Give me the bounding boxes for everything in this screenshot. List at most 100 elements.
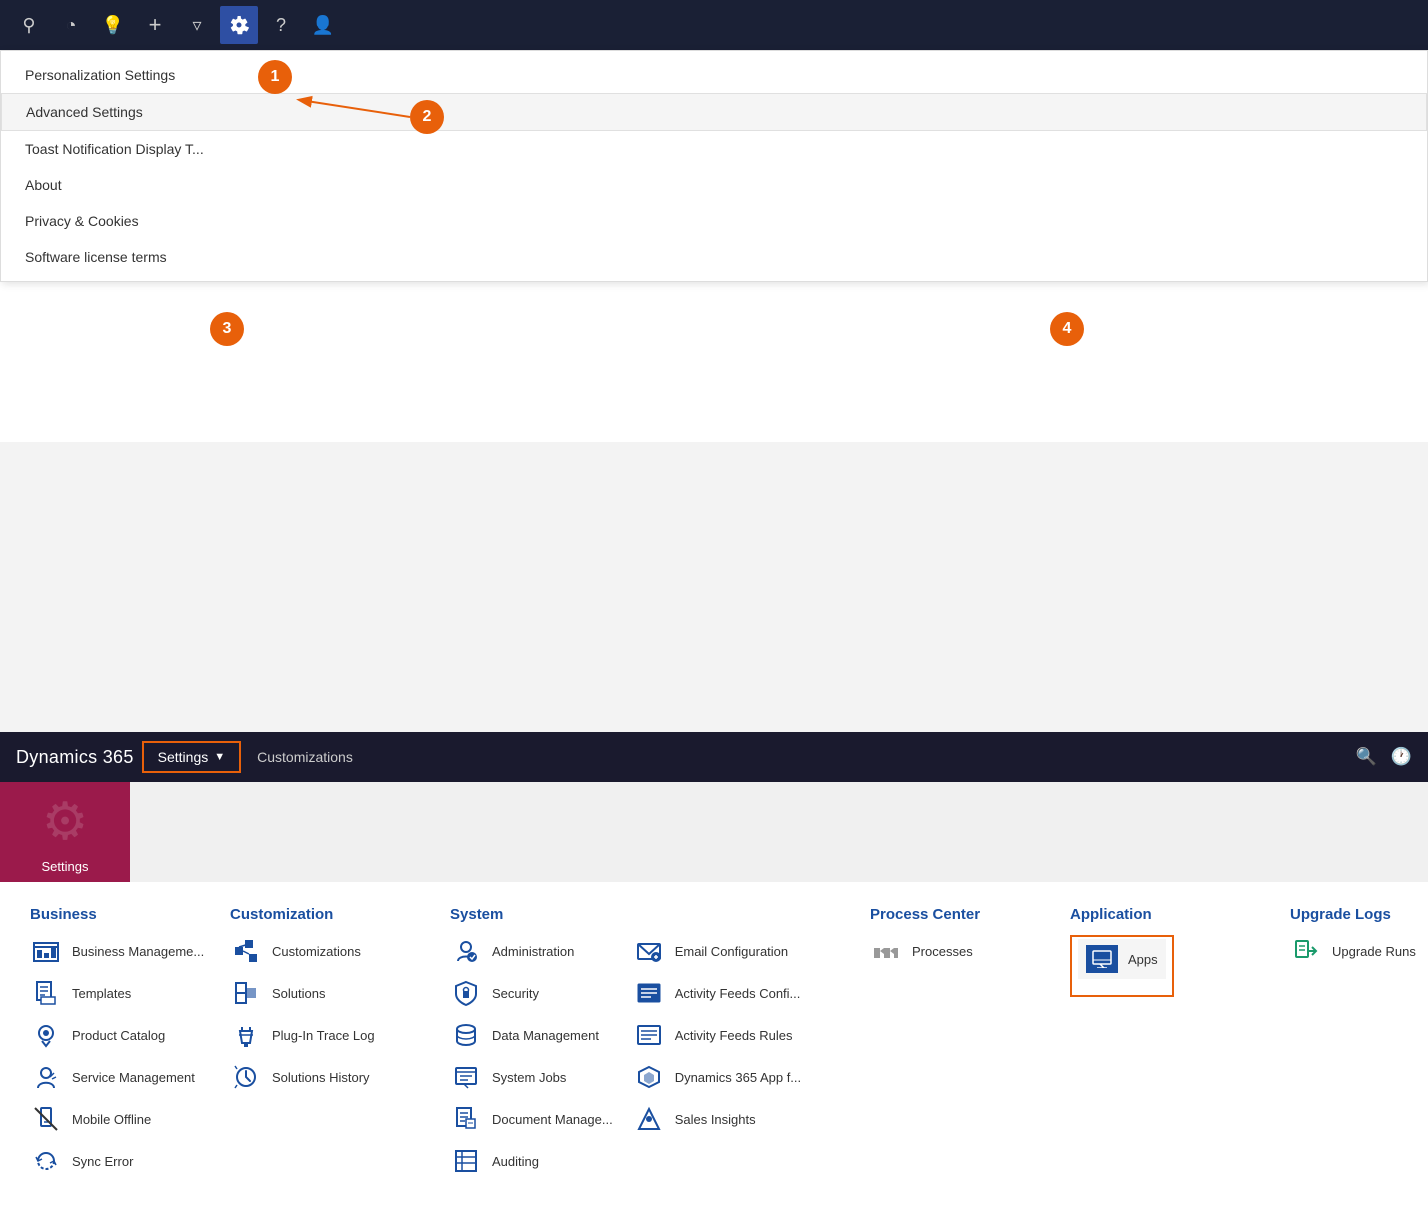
privacy-cookies-item[interactable]: Privacy & Cookies: [1, 203, 1427, 239]
customization-header: Customization: [230, 906, 430, 923]
document-management-label: Document Manage...: [492, 1112, 613, 1127]
processes-label: Processes: [912, 944, 973, 959]
solutions-label: Solutions: [272, 986, 325, 1001]
about-item[interactable]: About: [1, 167, 1427, 203]
application-section: Application Apps: [1070, 906, 1290, 1187]
processes-item[interactable]: Processes: [870, 935, 1050, 967]
apps-item[interactable]: Apps: [1078, 939, 1166, 979]
sync-error-label: Sync Error: [72, 1154, 133, 1169]
solutions-icon: [230, 977, 262, 1009]
auditing-icon: [450, 1145, 482, 1177]
email-config-item[interactable]: Email Configuration: [633, 935, 801, 967]
templates-item[interactable]: Templates: [30, 977, 210, 1009]
customizations-link[interactable]: Customizations: [257, 749, 353, 765]
settings-btn-label: Settings: [158, 749, 209, 765]
sales-insights-item[interactable]: Sales Insights: [633, 1103, 801, 1135]
customizations-label: Customizations: [272, 944, 361, 959]
templates-icon: [30, 977, 62, 1009]
chevron-down-icon: ▼: [214, 751, 225, 763]
system-section: System Administration Security: [450, 906, 870, 1187]
email-config-label: Email Configuration: [675, 944, 788, 959]
business-section: Business Business Manageme... Templates …: [30, 906, 230, 1187]
main-nav-bar: Dynamics 365 Settings ▼ Customizations 🔍…: [0, 732, 1428, 782]
document-mgmt-icon: [450, 1103, 482, 1135]
apps-icon: [1086, 943, 1118, 975]
dynamics-365-app-item[interactable]: Dynamics 365 App f...: [633, 1061, 801, 1093]
software-license-item[interactable]: Software license terms: [1, 239, 1427, 275]
sync-error-item[interactable]: Sync Error: [30, 1145, 210, 1177]
upgrade-runs-item[interactable]: Upgrade Runs: [1290, 935, 1428, 967]
system-col2: Email Configuration Activity Feeds Confi…: [633, 935, 801, 1187]
auditing-item[interactable]: Auditing: [450, 1145, 613, 1177]
activity-icon[interactable]: ◔: [52, 6, 90, 44]
service-management-label: Service Management: [72, 1070, 195, 1085]
sync-error-icon: [30, 1145, 62, 1177]
customizations-item[interactable]: Customizations: [230, 935, 430, 967]
data-management-item[interactable]: Data Management: [450, 1019, 613, 1051]
plus-icon[interactable]: +: [136, 6, 174, 44]
dynamics-365-app-label: Dynamics 365 App f...: [675, 1070, 801, 1085]
security-item[interactable]: Security: [450, 977, 613, 1009]
service-mgmt-icon: [30, 1061, 62, 1093]
solutions-history-icon: [230, 1061, 262, 1093]
annotation-2-arrow: [280, 50, 480, 150]
apps-label: Apps: [1128, 952, 1158, 967]
help-icon[interactable]: ?: [262, 6, 300, 44]
service-management-item[interactable]: Service Management: [30, 1061, 210, 1093]
product-catalog-item[interactable]: Product Catalog: [30, 1019, 210, 1051]
lightbulb-icon[interactable]: 💡: [94, 6, 132, 44]
application-header: Application: [1070, 906, 1270, 923]
settings-tile[interactable]: ⚙ Settings: [0, 782, 130, 882]
business-header: Business: [30, 906, 210, 923]
product-catalog-icon: [30, 1019, 62, 1051]
activity-feeds-config-item[interactable]: Activity Feeds Confi...: [633, 977, 801, 1009]
business-management-item[interactable]: Business Manageme...: [30, 935, 210, 967]
activity-feeds-rules-item[interactable]: Activity Feeds Rules: [633, 1019, 801, 1051]
nav-search-icon[interactable]: 🔍: [1356, 747, 1377, 767]
search-icon[interactable]: ⚲: [10, 6, 48, 44]
system-jobs-label: System Jobs: [492, 1070, 566, 1085]
brand-label: Dynamics 365: [16, 747, 134, 768]
nav-history-icon[interactable]: 🕐: [1391, 747, 1412, 767]
solutions-history-label: Solutions History: [272, 1070, 370, 1085]
plug-in-trace-log-item[interactable]: Plug-In Trace Log: [230, 1019, 430, 1051]
toast-notification-item[interactable]: Toast Notification Display T...: [1, 131, 1427, 167]
activity-feeds-config-label: Activity Feeds Confi...: [675, 986, 801, 1001]
content-area: Business Business Manageme... Templates …: [0, 882, 1428, 1211]
business-management-label: Business Manageme...: [72, 944, 204, 959]
sections-grid: Business Business Manageme... Templates …: [30, 906, 1398, 1187]
customization-section: Customization Customizations Solutions P…: [230, 906, 450, 1187]
settings-nav-button[interactable]: Settings ▼: [142, 741, 241, 773]
upgrade-logs-section: Upgrade Logs Upgrade Runs: [1290, 906, 1428, 1187]
product-catalog-label: Product Catalog: [72, 1028, 165, 1043]
top-nav-bar: ⚲ ◔ 💡 + ▿ ? 👤 1: [0, 0, 1428, 50]
system-jobs-item[interactable]: System Jobs: [450, 1061, 613, 1093]
plug-in-trace-icon: [230, 1019, 262, 1051]
mobile-offline-item[interactable]: Mobile Offline: [30, 1103, 210, 1135]
business-mgmt-icon: [30, 935, 62, 967]
annotation-2: 2: [410, 100, 444, 134]
document-management-item[interactable]: Document Manage...: [450, 1103, 613, 1135]
plug-in-trace-label: Plug-In Trace Log: [272, 1028, 375, 1043]
activity-feeds-config-icon: [633, 977, 665, 1009]
upgrade-runs-label: Upgrade Runs: [1332, 944, 1416, 959]
upgrade-logs-header: Upgrade Logs: [1290, 906, 1428, 923]
user-icon[interactable]: 👤: [304, 6, 342, 44]
solutions-item[interactable]: Solutions: [230, 977, 430, 1009]
activity-feeds-rules-label: Activity Feeds Rules: [675, 1028, 793, 1043]
annotation-3: 3: [210, 312, 244, 346]
activity-feeds-rules-icon: [633, 1019, 665, 1051]
dynamics-app-icon: [633, 1061, 665, 1093]
system-header: System: [450, 906, 850, 923]
solutions-history-item[interactable]: Solutions History: [230, 1061, 430, 1093]
advanced-settings-item[interactable]: Advanced Settings: [1, 93, 1427, 131]
mobile-offline-label: Mobile Offline: [72, 1112, 151, 1127]
settings-icon[interactable]: [220, 6, 258, 44]
administration-item[interactable]: Administration: [450, 935, 613, 967]
personalization-settings-item[interactable]: Personalization Settings: [1, 57, 1427, 93]
process-center-section: Process Center Processes: [870, 906, 1070, 1187]
filter-icon[interactable]: ▿: [178, 6, 216, 44]
sales-insights-label: Sales Insights: [675, 1112, 756, 1127]
app-highlight-box: Apps: [1070, 935, 1174, 997]
customizations-icon: [230, 935, 262, 967]
